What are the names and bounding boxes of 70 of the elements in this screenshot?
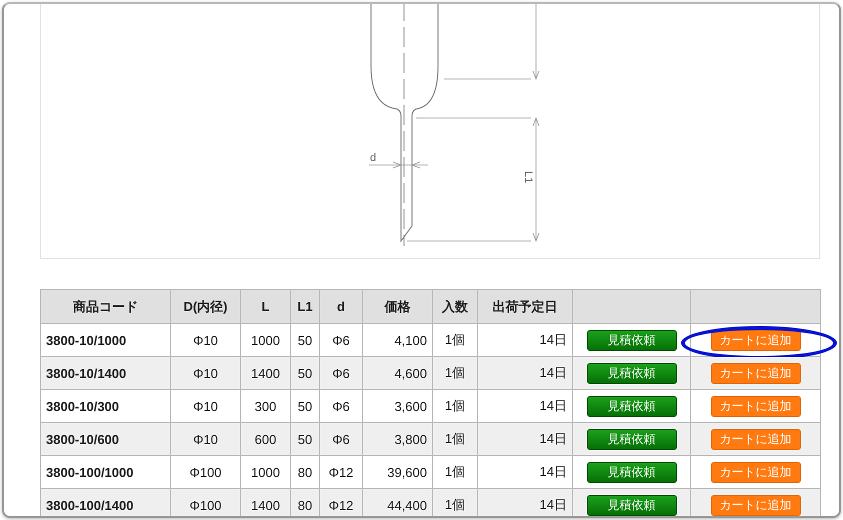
- ship-date-cell: 14日: [540, 332, 567, 347]
- diameter-cell: Φ100: [189, 498, 222, 512]
- length-l1-cell: 80: [298, 498, 312, 512]
- quote-request-button[interactable]: 見積依頼: [586, 462, 676, 482]
- length-l1-cell: 50: [298, 332, 312, 348]
- diameter-cell: Φ10: [193, 366, 218, 380]
- diameter-cell: Φ10: [193, 332, 218, 348]
- quote-request-button[interactable]: 見積依頼: [586, 330, 676, 350]
- quantity-cell: 1個: [444, 398, 466, 413]
- column-header: d: [337, 299, 345, 314]
- tip-diameter-cell: Φ12: [328, 498, 354, 512]
- length-label: L1: [522, 171, 534, 184]
- add-to-cart-button[interactable]: カートに追加: [710, 362, 800, 384]
- column-header: L: [262, 299, 270, 314]
- price-cell: 44,400: [387, 498, 427, 512]
- length-cell: 300: [254, 398, 276, 414]
- product-code-cell: 3800-10/1000: [46, 332, 126, 348]
- diameter-cell: Φ100: [189, 464, 222, 480]
- tip-diameter-cell: Φ6: [332, 398, 350, 414]
- product-code-cell: 3800-10/600: [46, 432, 120, 446]
- add-to-cart-button[interactable]: カートに追加: [710, 462, 800, 482]
- length-cell: 1000: [251, 332, 280, 348]
- product-code-cell: 3800-100/1400: [46, 498, 134, 512]
- quantity-cell: 1個: [444, 497, 466, 512]
- ship-date-cell: 14日: [540, 464, 567, 479]
- quantity-cell: 1個: [444, 431, 466, 446]
- column-header: 出荷予定日: [492, 298, 558, 314]
- column-header: L1: [297, 299, 313, 314]
- ship-date-cell: 14日: [540, 365, 567, 380]
- price-cell: 3,800: [394, 432, 427, 446]
- length-l1-cell: 50: [298, 366, 312, 380]
- quantity-cell: 1個: [444, 464, 466, 479]
- ship-date-cell: 14日: [540, 398, 567, 413]
- add-to-cart-button[interactable]: カートに追加: [710, 428, 800, 450]
- price-cell: 3,600: [394, 398, 427, 414]
- quote-request-button[interactable]: 見積依頼: [586, 494, 676, 516]
- diameter-cell: Φ10: [193, 398, 218, 414]
- tip-diameter-cell: Φ12: [328, 464, 354, 480]
- price-cell: 39,600: [387, 464, 427, 480]
- column-header: D(内径): [183, 298, 228, 314]
- diameter-label: d: [370, 152, 376, 164]
- column-header: 入数: [442, 298, 468, 314]
- quote-request-button[interactable]: 見積依頼: [586, 428, 676, 450]
- length-l1-cell: 50: [298, 398, 312, 414]
- product-code-cell: 3800-10/300: [46, 398, 120, 414]
- add-to-cart-button[interactable]: カートに追加: [710, 330, 800, 350]
- product-code-cell: 3800-100/1000: [46, 464, 134, 480]
- length-l1-cell: 50: [298, 432, 312, 446]
- tip-diameter-cell: Φ6: [332, 432, 350, 446]
- ship-date-cell: 14日: [540, 431, 567, 446]
- add-to-cart-button[interactable]: カートに追加: [710, 396, 800, 416]
- ship-date-cell: 14日: [540, 497, 567, 512]
- quote-request-button[interactable]: 見積依頼: [586, 396, 676, 416]
- length-cell: 600: [254, 432, 276, 446]
- length-l1-cell: 80: [298, 464, 312, 480]
- quantity-cell: 1個: [444, 365, 466, 380]
- quantity-cell: 1個: [444, 332, 466, 347]
- column-header: 価格: [384, 298, 410, 314]
- tip-diameter-cell: Φ6: [332, 366, 350, 380]
- column-header: 商品コード: [73, 298, 138, 314]
- length-cell: 1000: [251, 464, 280, 480]
- length-cell: 1400: [251, 366, 280, 380]
- price-cell: 4,600: [394, 366, 427, 380]
- tip-diameter-cell: Φ6: [332, 332, 350, 348]
- product-code-cell: 3800-10/1400: [46, 366, 126, 380]
- quote-request-button[interactable]: 見積依頼: [586, 362, 676, 384]
- length-cell: 1400: [251, 498, 280, 512]
- price-cell: 4,100: [394, 332, 427, 348]
- diameter-cell: Φ10: [193, 432, 218, 446]
- add-to-cart-button[interactable]: カートに追加: [710, 494, 800, 516]
